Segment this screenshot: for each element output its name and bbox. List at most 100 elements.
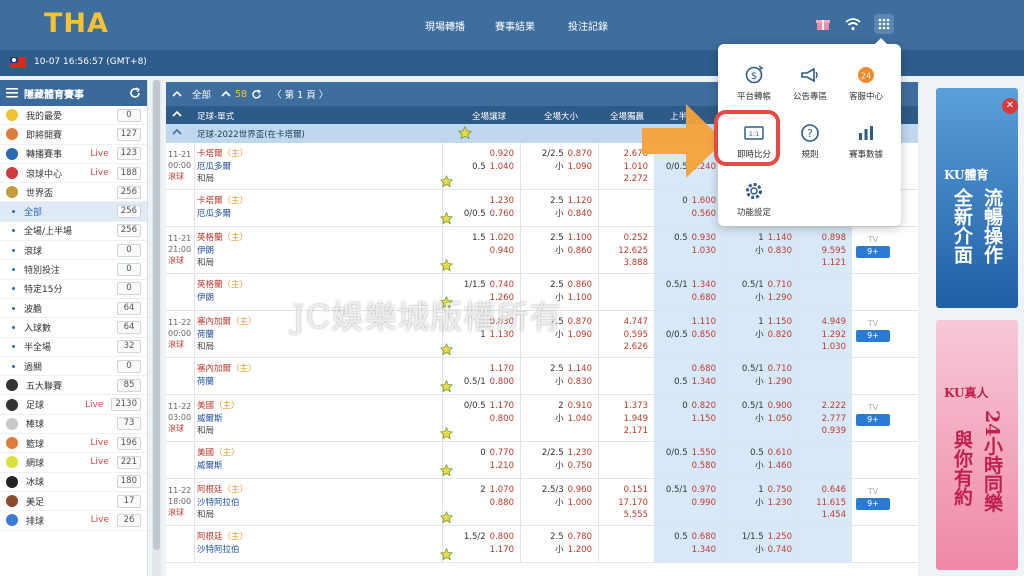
- odds-value[interactable]: 0.580: [654, 460, 716, 473]
- odds-value[interactable]: 1.292: [798, 329, 846, 342]
- odds-value[interactable]: 小 1.230: [722, 497, 792, 510]
- odds-value[interactable]: 小 0.860: [520, 245, 592, 258]
- away-team[interactable]: 威爾斯: [197, 460, 240, 473]
- away-team[interactable]: 伊朗: [197, 292, 248, 305]
- odds-value[interactable]: 0.5/1 0.970: [654, 484, 716, 497]
- away-team[interactable]: 荷蘭: [197, 329, 257, 342]
- nav-results[interactable]: 賽事結果: [495, 18, 535, 33]
- home-team[interactable]: 塞內加爾: [197, 317, 231, 327]
- odds-value[interactable]: 1.150: [654, 413, 716, 426]
- odds-value[interactable]: 0.646: [798, 484, 846, 497]
- odds-value[interactable]: 小 1.040: [520, 413, 592, 426]
- odds-value[interactable]: 0.5/1 0.710: [722, 279, 792, 292]
- away-team[interactable]: 厄瓜多爾: [197, 161, 248, 174]
- refresh-icon[interactable]: [129, 87, 141, 99]
- odds-value[interactable]: 1.030: [798, 341, 846, 354]
- favorite-star-icon[interactable]: [439, 425, 454, 440]
- odds-value[interactable]: 1.373: [598, 400, 648, 413]
- odds-value[interactable]: 小 1.050: [722, 413, 792, 426]
- sidebar-subitem[interactable]: 全場/上半場 256: [0, 222, 147, 242]
- odds-value[interactable]: 0.5 0.610: [722, 447, 792, 460]
- odds-value[interactable]: 0.560: [654, 208, 716, 221]
- odds-value[interactable]: 小 1.290: [722, 376, 792, 389]
- sidebar-title[interactable]: 隱藏體育賽事: [24, 86, 129, 101]
- odds-value[interactable]: 2.5 0.860: [520, 279, 592, 292]
- sidebar-item[interactable]: 轉播賽事 Live 123: [0, 145, 147, 164]
- odds-value[interactable]: 1.5 1.020: [442, 232, 514, 245]
- home-team[interactable]: 英格蘭: [197, 280, 223, 290]
- odds-value[interactable]: 0.800: [442, 413, 514, 426]
- odds-value[interactable]: 小 1.090: [520, 161, 592, 174]
- odds-value[interactable]: 2.171: [598, 425, 648, 438]
- away-team[interactable]: 荷蘭: [197, 376, 257, 389]
- sidebar-subitem[interactable]: 特別投注 0: [0, 260, 147, 280]
- odds-value[interactable]: 0.151: [598, 484, 648, 497]
- home-team[interactable]: 阿根廷: [197, 485, 223, 495]
- odds-value[interactable]: 0/0.5 0.760: [442, 208, 514, 221]
- odds-value[interactable]: 2.5 0.780: [520, 531, 592, 544]
- sidebar-sport-item[interactable]: 美足 17: [0, 492, 147, 512]
- tv-icon[interactable]: TV: [856, 319, 890, 328]
- wifi-icon[interactable]: [844, 15, 862, 33]
- sidebar-item[interactable]: 滾球中心 Live 188: [0, 164, 147, 184]
- odds-value[interactable]: 0.5/1 0.900: [722, 400, 792, 413]
- odds-value[interactable]: 0.595: [598, 329, 648, 342]
- odds-value[interactable]: 0.252: [598, 232, 648, 245]
- odds-value[interactable]: 0.990: [654, 497, 716, 510]
- menu-item-support[interactable]: 24 客服中心: [836, 64, 896, 102]
- odds-value[interactable]: 小 0.840: [520, 208, 592, 221]
- nav-bet-history[interactable]: 投注記錄: [568, 18, 608, 33]
- odds-value[interactable]: 0 0.820: [654, 400, 716, 413]
- odds-value[interactable]: 11.615: [798, 497, 846, 510]
- collapse-all-icon[interactable]: [172, 90, 182, 98]
- more-markets-button[interactable]: 9+: [856, 330, 890, 342]
- odds-value[interactable]: 2.5 1.100: [520, 232, 592, 245]
- home-team[interactable]: 塞內加爾: [197, 364, 231, 374]
- odds-value[interactable]: 2.626: [598, 341, 648, 354]
- logo[interactable]: THA: [44, 8, 109, 39]
- sidebar-subitem[interactable]: 波膽 64: [0, 299, 147, 319]
- odds-value[interactable]: 0.680: [654, 363, 716, 376]
- gift-icon[interactable]: [814, 15, 832, 33]
- odds-value[interactable]: 1.170: [442, 363, 514, 376]
- hamburger-icon[interactable]: [6, 88, 18, 98]
- sidebar-subitem[interactable]: 特定15分 0: [0, 280, 147, 299]
- odds-value[interactable]: 1 1.150: [722, 316, 792, 329]
- menu-item-rules[interactable]: ? 規則: [780, 122, 840, 160]
- odds-value[interactable]: 1.110: [654, 316, 716, 329]
- odds-value[interactable]: 17.170: [598, 497, 648, 510]
- odds-value[interactable]: 2.5 1.120: [520, 195, 592, 208]
- ad-panel-sports[interactable]: ✕ KU體育 流暢操作 全新介面: [936, 88, 1018, 308]
- sidebar-subitem[interactable]: 滾球 0: [0, 241, 147, 261]
- odds-value[interactable]: 0 1.600: [654, 195, 716, 208]
- away-team[interactable]: 威爾斯: [197, 413, 240, 426]
- odds-value[interactable]: 小 0.830: [520, 376, 592, 389]
- sidebar-sport-item[interactable]: 排球 Live 26: [0, 511, 147, 531]
- odds-value[interactable]: 0.898: [798, 232, 846, 245]
- sidebar-sport-item[interactable]: 棒球 73: [0, 415, 147, 435]
- sidebar-item[interactable]: 世界盃 256: [0, 183, 147, 203]
- odds-value[interactable]: 0/0.5 1.550: [654, 447, 716, 460]
- odds-value[interactable]: 5.555: [598, 509, 648, 522]
- away-team[interactable]: 沙特阿拉伯: [197, 497, 248, 510]
- odds-value[interactable]: 2/2.5 0.870: [520, 148, 592, 161]
- home-team[interactable]: 卡塔爾: [197, 149, 223, 159]
- odds-value[interactable]: 0.5/1 1.340: [654, 279, 716, 292]
- tv-icon[interactable]: TV: [856, 403, 890, 412]
- odds-value[interactable]: 2.777: [798, 413, 846, 426]
- favorite-star-icon[interactable]: [439, 257, 454, 272]
- home-team[interactable]: 美國: [197, 448, 214, 458]
- sidebar-sport-item[interactable]: 網球 Live 221: [0, 453, 147, 473]
- scrollbar-thumb[interactable]: [153, 80, 160, 550]
- odds-value[interactable]: 1.340: [654, 544, 716, 557]
- odds-value[interactable]: 小 0.750: [520, 460, 592, 473]
- odds-value[interactable]: 2 1.070: [442, 484, 514, 497]
- favorite-star-icon[interactable]: [439, 173, 454, 188]
- odds-value[interactable]: 2/2.5 1.230: [520, 447, 592, 460]
- odds-value[interactable]: 小 1.290: [722, 292, 792, 305]
- more-markets-button[interactable]: 9+: [856, 498, 890, 510]
- odds-value[interactable]: 小 0.830: [722, 245, 792, 258]
- odds-value[interactable]: 0 0.770: [442, 447, 514, 460]
- odds-value[interactable]: 1 0.750: [722, 484, 792, 497]
- sidebar-subitem[interactable]: 全部 256: [0, 202, 147, 222]
